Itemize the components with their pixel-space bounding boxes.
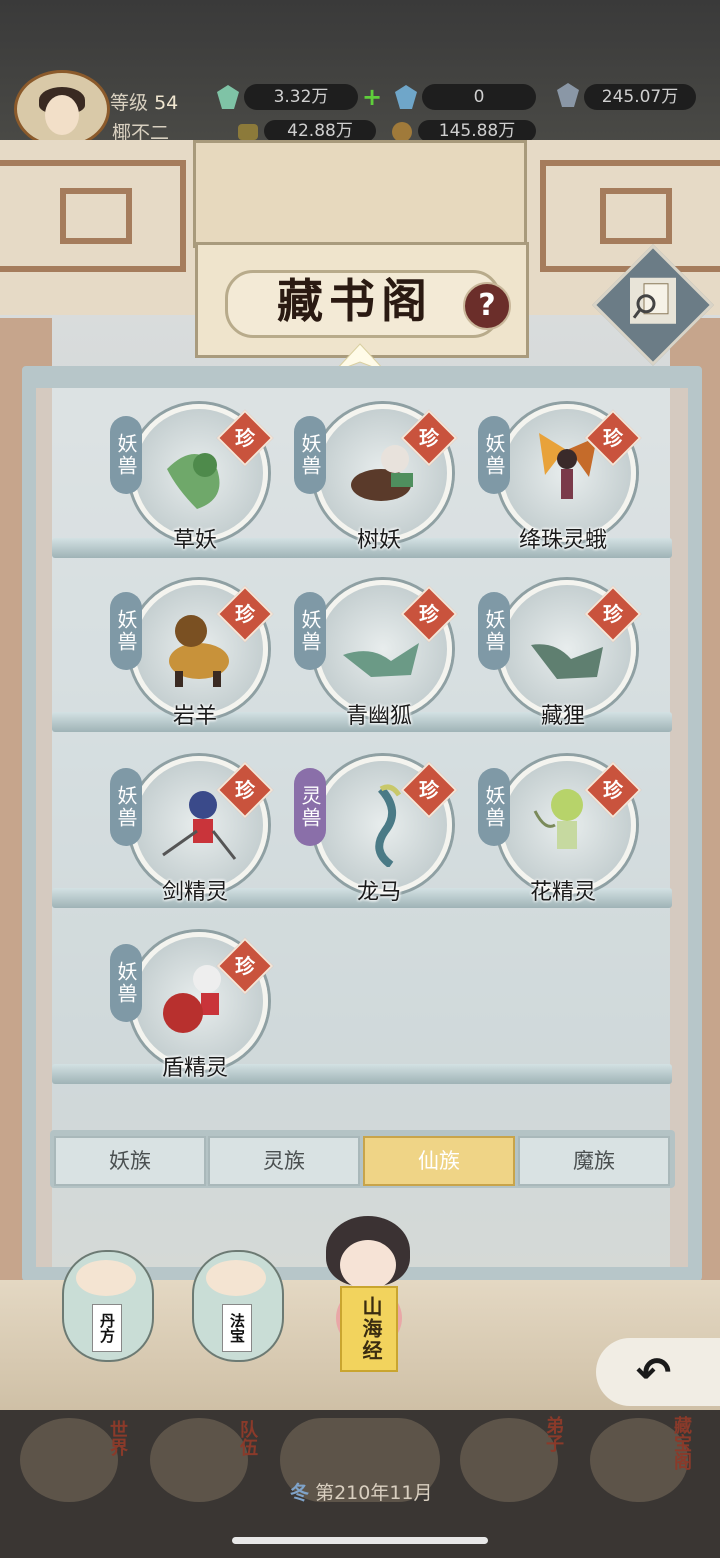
add-spirit-stone-button[interactable]: + [362, 84, 382, 110]
player-avatar[interactable] [14, 70, 110, 148]
creature-card-qingyouhu[interactable]: 妖兽 珍 青幽狐 [294, 580, 484, 740]
creature-card-shuyao[interactable]: 妖兽 珍 树妖 [294, 404, 484, 564]
type-tag: 妖兽 [294, 592, 326, 670]
tab-yaozu[interactable]: 妖族 [54, 1136, 206, 1186]
creature-name: 盾精灵 [161, 1056, 228, 1081]
level-display: 等级 54 [110, 88, 178, 115]
spirit-stone-icon [217, 85, 239, 109]
creature-card-jianjingling[interactable]: 妖兽 珍 剑精灵 [110, 756, 300, 916]
tab-mozu[interactable]: 魔族 [518, 1136, 670, 1186]
help-button[interactable]: ? [463, 282, 511, 330]
jade-icon [395, 85, 417, 109]
tab-xianzu[interactable]: 仙族 [363, 1136, 515, 1186]
ore-count: 245.07万 [584, 84, 696, 110]
fabao-book-button[interactable]: 法宝 [192, 1250, 284, 1362]
creature-name: 龙马 [356, 880, 401, 905]
type-tag: 妖兽 [478, 416, 510, 494]
creature-card-yanyang[interactable]: 妖兽 珍 岩羊 [110, 580, 300, 740]
spirit-stone-count: 3.32万 [244, 84, 358, 110]
home-indicator[interactable] [232, 1537, 488, 1544]
nav-treasure-label: 藏宝阁 [671, 1416, 692, 1470]
type-tag: 妖兽 [294, 416, 326, 494]
date-label: 第210年11月 [315, 1482, 433, 1504]
type-tag: 妖兽 [110, 768, 142, 846]
creature-name: 藏狸 [540, 704, 585, 729]
creature-name: 青幽狐 [345, 704, 412, 729]
creature-card-huajingling[interactable]: 妖兽 珍 花精灵 [478, 756, 668, 916]
back-arrow-icon: ↶ [636, 1348, 672, 1397]
nav-world-label: 世界 [107, 1420, 128, 1456]
wood-count: 42.88万 [264, 120, 376, 142]
fabao-label: 法宝 [222, 1304, 252, 1352]
back-button[interactable]: ↶ [596, 1338, 720, 1406]
page-title: 藏书阁 [277, 274, 433, 328]
creature-card-longma[interactable]: 灵兽 珍 龙马 [294, 756, 484, 916]
type-tag: 妖兽 [478, 768, 510, 846]
nav-team-label: 队伍 [237, 1420, 258, 1456]
season-label: 冬 [290, 1482, 310, 1504]
creature-name: 岩羊 [172, 704, 217, 729]
ore-icon [557, 83, 579, 107]
danfang-book-button[interactable]: 丹方 [62, 1250, 154, 1362]
race-tab-bar: 妖族 灵族 仙族 魔族 [50, 1130, 675, 1188]
creature-name: 花精灵 [529, 880, 596, 905]
food-count: 145.88万 [418, 120, 536, 142]
type-tag: 灵兽 [294, 768, 326, 846]
creature-name: 绛珠灵蛾 [518, 528, 607, 553]
danfang-label: 丹方 [92, 1304, 122, 1352]
creature-card-dunjingling[interactable]: 妖兽 珍 盾精灵 [110, 932, 300, 1092]
creature-card-caoyao[interactable]: 妖兽 珍 草妖 [110, 404, 300, 564]
type-tag: 妖兽 [110, 944, 142, 1022]
creature-card-jiangzhu[interactable]: 妖兽 珍 绛珠灵蛾 [478, 404, 668, 564]
level-value: 54 [154, 92, 179, 114]
type-tag: 妖兽 [110, 592, 142, 670]
calendar: 冬 第210年11月 [290, 1478, 490, 1510]
shanhaijing-book-button[interactable]: 山海经 [340, 1286, 398, 1372]
creature-name: 草妖 [172, 528, 217, 553]
level-label: 等级 [110, 92, 149, 114]
type-tag: 妖兽 [478, 592, 510, 670]
type-tag: 妖兽 [110, 416, 142, 494]
magnifier-scroll-icon [630, 277, 676, 324]
creature-name: 剑精灵 [161, 880, 228, 905]
nav-disciple-label: 弟子 [543, 1416, 564, 1452]
hanging-board [193, 140, 527, 248]
tab-lingzu[interactable]: 灵族 [208, 1136, 360, 1186]
creature-name: 树妖 [356, 528, 401, 553]
creature-card-zangli[interactable]: 妖兽 珍 藏狸 [478, 580, 668, 740]
jade-count: 0 [422, 84, 536, 110]
